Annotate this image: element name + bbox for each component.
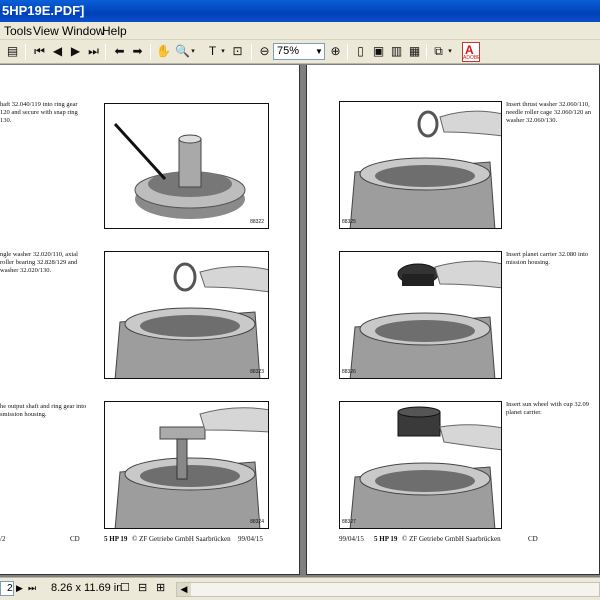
footer-cd: CD <box>70 535 80 543</box>
toolbar-separator <box>150 44 151 60</box>
menu-view[interactable]: View <box>33 22 59 40</box>
fit-width-icon[interactable]: ▥ <box>388 43 405 60</box>
rotate-view-icon[interactable]: ⧉ <box>430 43 447 60</box>
single-page-icon[interactable]: ☐ <box>120 578 130 599</box>
continuous-icon[interactable]: ⊟ <box>138 578 147 599</box>
window-title: 5HP19E.PDF] <box>2 3 85 18</box>
footer-date: 99/04/15 <box>238 535 263 543</box>
sun-wheel-photo-icon <box>349 406 501 528</box>
rotate-view-dropdown-icon[interactable]: ▾ <box>446 43 454 60</box>
step-photo: 88326 <box>339 251 502 379</box>
go-forward-icon[interactable]: ➡ <box>129 43 146 60</box>
zoom-level-value: 75% <box>277 45 300 57</box>
footer-page-number: /2 <box>0 535 6 543</box>
window-title-bar: 5HP19E.PDF] <box>0 0 600 22</box>
toolbar-separator <box>251 44 252 60</box>
figure-number: 88326 <box>342 369 356 375</box>
text-select-dropdown-icon[interactable]: ▾ <box>219 43 227 60</box>
footer-title: 5 HP 19 <box>104 535 128 543</box>
step-caption: Insert thrust washer 32.060/110, needle … <box>506 101 592 124</box>
page-number-field[interactable]: 2 <box>0 581 14 596</box>
fit-page-icon[interactable]: ▣ <box>370 43 387 60</box>
figure-number: 88325 <box>342 219 356 225</box>
status-bar: 2 ▶ ⏭ 8.26 x 11.69 in ☐ ⊟ ⊞ ◀ <box>0 577 600 600</box>
figure-number: 88327 <box>342 519 356 525</box>
footer-cd: CD <box>528 535 538 543</box>
step-photo: 88322 <box>104 103 269 229</box>
toolbar-separator <box>105 44 106 60</box>
planet-carrier-photo-icon <box>349 260 501 378</box>
menu-help[interactable]: Help <box>102 22 127 40</box>
reflow-icon[interactable]: ▦ <box>406 43 423 60</box>
snap-ring-photo-icon <box>113 122 246 219</box>
step-caption: Insert sun wheel with cup 32.09 planet c… <box>506 401 590 416</box>
page-size-label: 8.26 x 11.69 in <box>51 582 123 594</box>
last-page-status-icon[interactable]: ⏭ <box>28 578 36 599</box>
step-caption: ngle washer 32.020/110, axial roller bea… <box>0 251 78 274</box>
left-page: haft 32.040/119 into ring gear 120 and s… <box>0 65 300 575</box>
washer-insert-photo-icon <box>114 262 268 378</box>
step-caption: Insert planet carrier 32.080 into missio… <box>506 251 589 266</box>
step-photo: 88325 <box>339 101 502 229</box>
toolbar-separator <box>25 44 26 60</box>
toolbar-separator <box>347 44 348 60</box>
page-number-value: 2 <box>7 583 13 594</box>
facing-pages-icon[interactable]: ⊞ <box>156 578 165 599</box>
scroll-left-icon[interactable]: ◀ <box>177 583 191 596</box>
footer-copyright: © ZF Getriebe GmbH Saarbrücken <box>402 535 501 543</box>
right-page: 88325 Insert thrust washer 32.060/110, n… <box>306 65 600 575</box>
step-photo: 88324 <box>104 401 269 529</box>
first-page-icon[interactable]: ⏮ <box>31 43 48 60</box>
zoom-out-icon[interactable]: ⊖ <box>256 43 273 60</box>
hand-tool-icon[interactable]: ✋ <box>155 43 172 60</box>
footer-title: 5 HP 19 <box>374 535 398 543</box>
next-page-icon[interactable]: ▶ <box>67 43 84 60</box>
actual-size-icon[interactable]: ▯ <box>352 43 369 60</box>
toolbar-separator <box>426 44 427 60</box>
adobe-logo-label: ADOBE <box>463 55 481 61</box>
menu-bar: Tools View Window Help <box>0 22 600 40</box>
footer-date: 99/04/15 <box>339 535 364 543</box>
figure-number: 88323 <box>250 369 264 375</box>
step-photo: 88323 <box>104 251 269 379</box>
menu-tools[interactable]: Tools <box>4 22 32 40</box>
zoom-level-dropdown-icon[interactable]: ▼ <box>313 43 325 60</box>
footer-copyright: © ZF Getriebe GmbH Saarbrücken <box>132 535 231 543</box>
menu-window[interactable]: Window <box>62 22 105 40</box>
zoom-tool-dropdown-icon[interactable]: ▾ <box>189 43 197 60</box>
horizontal-scrollbar[interactable]: ◀ <box>176 582 600 597</box>
next-page-status-icon[interactable]: ▶ <box>16 578 23 599</box>
thrust-washer-photo-icon <box>349 110 501 228</box>
pages-panel-icon[interactable]: ▤ <box>4 43 21 60</box>
last-page-icon[interactable]: ⏭ <box>85 43 102 60</box>
go-back-icon[interactable]: ⬅ <box>111 43 128 60</box>
zoom-in-icon[interactable]: ⊕ <box>327 43 344 60</box>
figure-number: 88324 <box>250 519 264 525</box>
figure-number: 88322 <box>250 219 264 225</box>
snapshot-icon[interactable]: ⊡ <box>229 43 246 60</box>
document-viewer[interactable]: haft 32.040/119 into ring gear 120 and s… <box>0 65 600 577</box>
previous-page-icon[interactable]: ◀ <box>49 43 66 60</box>
adobe-logo-icon[interactable]: A ADOBE <box>462 42 481 62</box>
output-shaft-photo-icon <box>114 407 268 528</box>
step-caption: he output shaft and ring gear into smiss… <box>0 403 87 418</box>
step-photo: 88327 <box>339 401 502 529</box>
step-caption: haft 32.040/119 into ring gear 120 and s… <box>0 101 78 124</box>
toolbar: ▤ ⏮ ◀ ▶ ⏭ ⬅ ➡ ✋ 🔍 ▾ T ▾ ⊡ ⊖ 75% ▼ ⊕ ▯ ▣ … <box>0 40 600 64</box>
